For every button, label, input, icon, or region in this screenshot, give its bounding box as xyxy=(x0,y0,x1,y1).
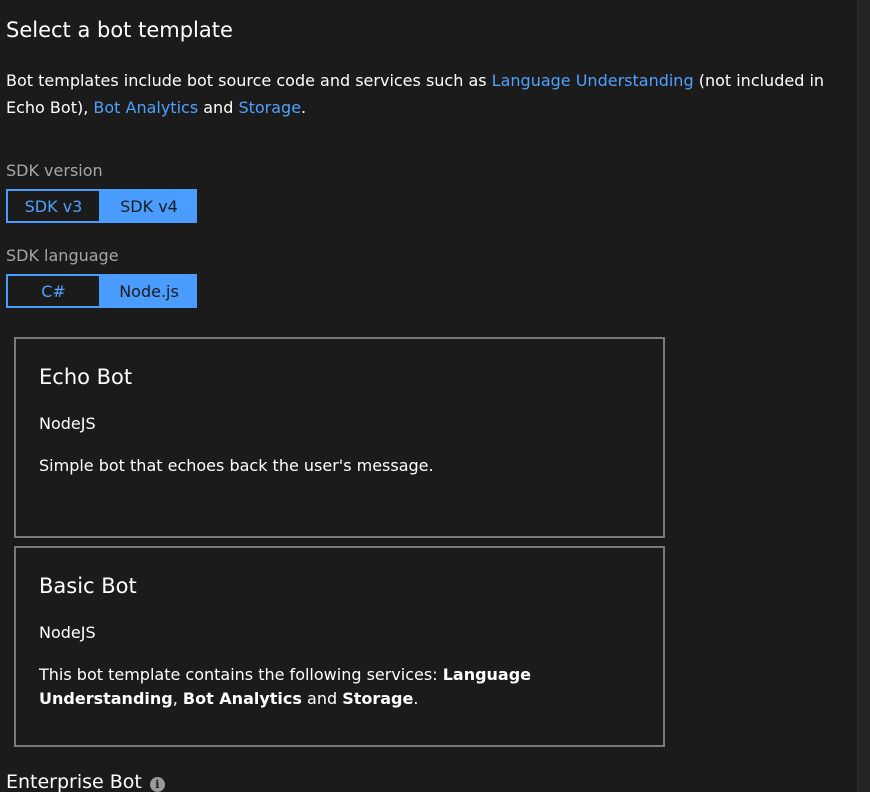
basic-bot-desc-sep-1: , xyxy=(172,689,183,708)
sdk-v3-button[interactable]: SDK v3 xyxy=(6,189,101,223)
basic-bot-desc-sep-2: and xyxy=(301,689,343,708)
bot-analytics-link[interactable]: Bot Analytics xyxy=(93,98,198,117)
echo-bot-description: Simple bot that echoes back the user's m… xyxy=(39,456,434,475)
intro-text-end: . xyxy=(301,98,307,117)
basic-bot-description: This bot template contains the following… xyxy=(39,663,599,711)
sdk-v4-button[interactable]: SDK v4 xyxy=(101,189,197,223)
echo-bot-language: NodeJS xyxy=(39,414,96,433)
sdk-language-label: SDK language xyxy=(6,246,119,265)
nodejs-button[interactable]: Node.js xyxy=(101,274,197,308)
basic-bot-service-storage: Storage xyxy=(342,689,414,708)
window-edge xyxy=(857,0,870,792)
basic-bot-service-bot-analytics: Bot Analytics xyxy=(182,689,302,708)
intro-text-start: Bot templates include bot source code an… xyxy=(6,71,492,90)
page-title: Select a bot template xyxy=(6,18,233,42)
enterprise-bot-heading: Enterprise Bot i xyxy=(6,771,165,792)
basic-bot-desc-end: . xyxy=(413,689,419,708)
enterprise-bot-label: Enterprise Bot xyxy=(6,771,142,792)
basic-bot-title: Basic Bot xyxy=(39,574,137,598)
echo-bot-title: Echo Bot xyxy=(39,365,133,389)
sdk-version-toggle: SDK v3 SDK v4 xyxy=(6,189,197,223)
csharp-button[interactable]: C# xyxy=(6,274,101,308)
intro-text-and: and xyxy=(198,98,239,117)
intro-text: Bot templates include bot source code an… xyxy=(6,67,826,121)
basic-bot-desc-start: This bot template contains the following… xyxy=(39,665,443,684)
sdk-version-label: SDK version xyxy=(6,161,103,180)
language-understanding-link[interactable]: Language Understanding xyxy=(492,71,694,90)
basic-bot-card[interactable]: Basic Bot NodeJS This bot template conta… xyxy=(14,546,665,747)
info-icon[interactable]: i xyxy=(149,776,165,792)
sdk-language-toggle: C# Node.js xyxy=(6,274,197,308)
storage-link[interactable]: Storage xyxy=(238,98,301,117)
basic-bot-language: NodeJS xyxy=(39,623,96,642)
echo-bot-card[interactable]: Echo Bot NodeJS Simple bot that echoes b… xyxy=(14,337,665,538)
